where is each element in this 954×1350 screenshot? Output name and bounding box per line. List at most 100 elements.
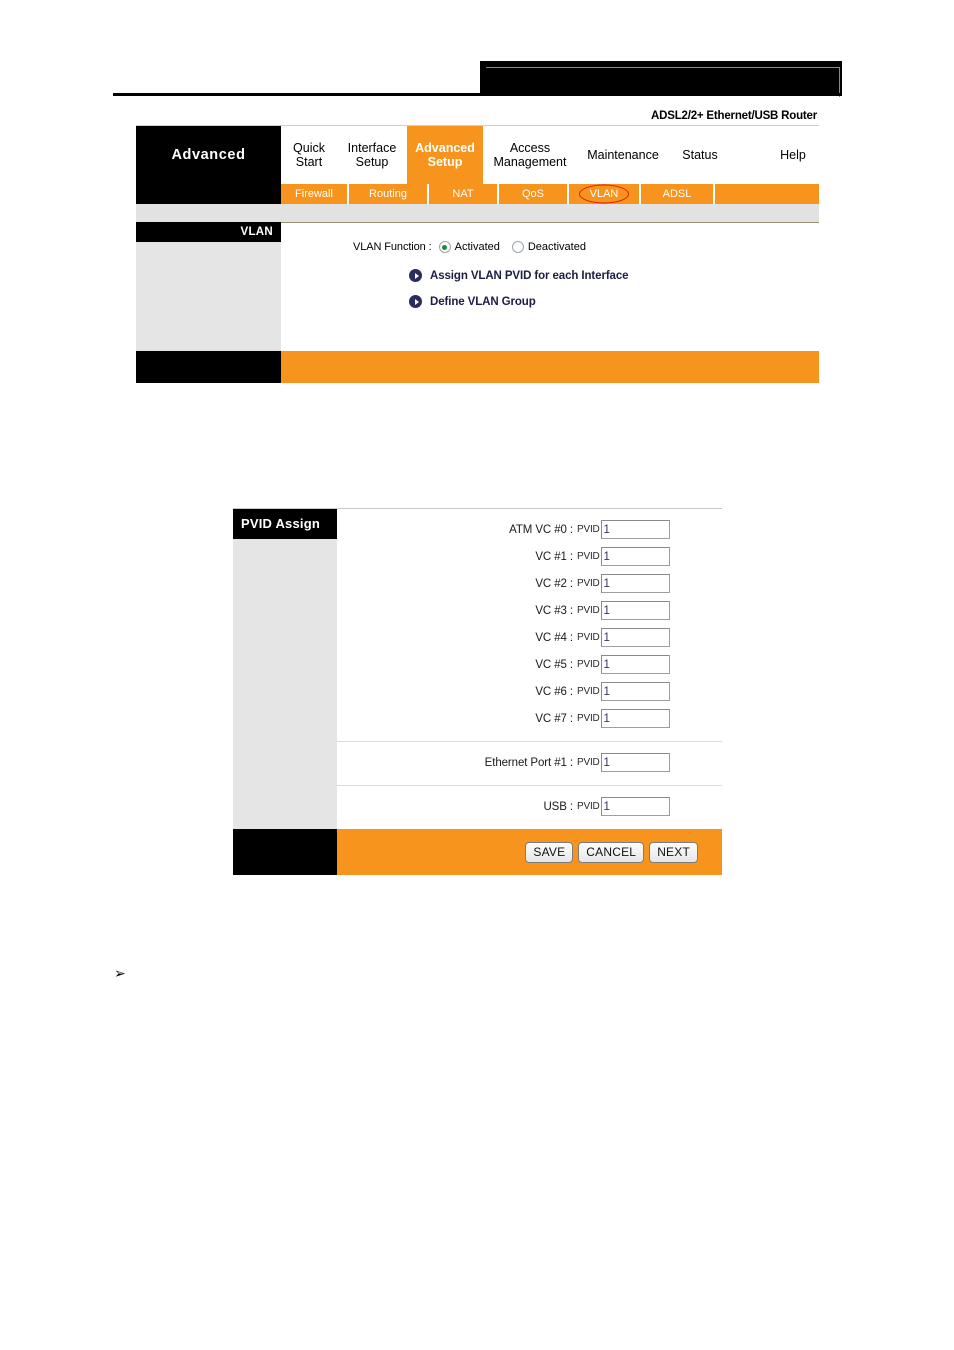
- pvid-row-label: ATM VC #0 :: [509, 523, 573, 536]
- pvid-panel-content: ATM VC #0 : PVID VC #1 : PVID VC #2 : PV…: [337, 509, 722, 829]
- pvid-row-label: VC #6 :: [535, 685, 573, 698]
- vlan-section-title: VLAN: [136, 222, 281, 242]
- pvid-group-ethernet: Ethernet Port #1 : PVID: [337, 741, 722, 785]
- tab-spacer: [731, 126, 767, 184]
- pvid-input-vc-3[interactable]: [600, 601, 670, 620]
- pvid-row: VC #2 : PVID: [337, 570, 722, 597]
- pvid-panel-sidebar: PVID Assign: [233, 509, 337, 829]
- pvid-footer-actions: SAVE CANCEL NEXT: [337, 829, 722, 875]
- tab-status[interactable]: Status: [669, 126, 731, 184]
- vlan-panel-footer: [136, 351, 819, 383]
- sub-tab-items: Firewall Routing NAT QoS VLAN ADSL: [281, 184, 819, 204]
- panel-gray-band: [136, 204, 819, 222]
- tab-access-management[interactable]: Access Management: [483, 126, 577, 184]
- pvid-row: VC #5 : PVID: [337, 651, 722, 678]
- tab-interface-setup[interactable]: Interface Setup: [337, 126, 407, 184]
- arrow-bullet-icon: [409, 295, 422, 308]
- pvid-tag: PVID: [577, 551, 600, 562]
- router-admin-screenshot-vlan: ADSL2/2+ Ethernet/USB Router Advanced Qu…: [136, 108, 819, 383]
- pvid-row-label: VC #7 :: [535, 712, 573, 725]
- pvid-row: VC #7 : PVID: [337, 705, 722, 732]
- sub-tab-vlan-label: VLAN: [589, 188, 619, 200]
- save-button[interactable]: SAVE: [525, 841, 574, 863]
- radio-deactivated-label: Deactivated: [527, 241, 586, 253]
- pvid-row-label: Ethernet Port #1 :: [484, 756, 573, 769]
- cancel-button[interactable]: CANCEL: [578, 841, 645, 863]
- tab-quick-start[interactable]: Quick Start: [281, 126, 337, 184]
- radio-activated-label: Activated: [454, 241, 500, 253]
- pvid-row-label: VC #3 :: [535, 604, 573, 617]
- sub-tab-bar-spacer: [136, 184, 281, 204]
- pvid-row: VC #6 : PVID: [337, 678, 722, 705]
- pvid-tag: PVID: [577, 801, 600, 812]
- vlan-function-row: VLAN Function : Activated Deactivated: [281, 241, 819, 253]
- pvid-tag: PVID: [577, 757, 600, 768]
- vlan-panel: VLAN VLAN Function : Activated Deactivat…: [136, 222, 819, 351]
- router-admin-screenshot-pvid-assign: PVID Assign ATM VC #0 : PVID VC #1 : PVI…: [233, 508, 722, 875]
- pvid-row: ATM VC #0 : PVID: [337, 516, 722, 543]
- pvid-row: VC #1 : PVID: [337, 543, 722, 570]
- pvid-input-vc-6[interactable]: [600, 682, 670, 701]
- radio-activated[interactable]: [438, 241, 451, 253]
- pvid-section-title: PVID Assign: [233, 509, 337, 539]
- pvid-input-vc-5[interactable]: [600, 655, 670, 674]
- bottom-arrow-bullet: ➢: [114, 965, 126, 981]
- pvid-footer-black: [233, 829, 337, 875]
- sub-tab-filler: [715, 184, 819, 204]
- document-header-black-block: [480, 61, 842, 97]
- pvid-tag: PVID: [577, 713, 600, 724]
- link-assign-vlan-pvid[interactable]: Assign VLAN PVID for each Interface: [281, 269, 819, 282]
- link-assign-vlan-pvid-label: Assign VLAN PVID for each Interface: [430, 269, 629, 282]
- pvid-input-ethernet-port-1[interactable]: [600, 753, 670, 772]
- pvid-panel-footer: SAVE CANCEL NEXT: [233, 829, 722, 875]
- pvid-tag: PVID: [577, 524, 600, 535]
- next-button[interactable]: NEXT: [649, 841, 698, 863]
- pvid-input-vc-1[interactable]: [600, 547, 670, 566]
- pvid-input-vc-4[interactable]: [600, 628, 670, 647]
- sub-tab-firewall[interactable]: Firewall: [281, 184, 349, 204]
- arrow-bullet-icon: [409, 269, 422, 282]
- pvid-tag: PVID: [577, 659, 600, 670]
- pvid-group-usb: USB : PVID: [337, 785, 722, 829]
- vlan-panel-sidebar: VLAN: [136, 222, 281, 351]
- pvid-row-label: VC #1 :: [535, 550, 573, 563]
- pvid-tag: PVID: [577, 578, 600, 589]
- pvid-input-atm-vc-0[interactable]: [600, 520, 670, 539]
- pvid-row-label: VC #4 :: [535, 631, 573, 644]
- tab-advanced-setup[interactable]: Advanced Setup: [407, 126, 483, 184]
- pvid-row-label: USB :: [543, 800, 573, 813]
- pvid-row: USB : PVID: [337, 793, 722, 820]
- sub-tab-bar: Firewall Routing NAT QoS VLAN ADSL: [136, 184, 819, 204]
- navigation-strip: Advanced Quick Start Interface Setup Adv…: [136, 126, 819, 184]
- brand-box: Advanced: [136, 126, 281, 184]
- pvid-input-vc-2[interactable]: [600, 574, 670, 593]
- vlan-form: VLAN Function : Activated Deactivated As…: [281, 223, 819, 351]
- link-define-vlan-group-label: Define VLAN Group: [430, 295, 536, 308]
- sub-tab-nat[interactable]: NAT: [429, 184, 499, 204]
- pvid-row: VC #3 : PVID: [337, 597, 722, 624]
- pvid-row: Ethernet Port #1 : PVID: [337, 749, 722, 776]
- vlan-panel-content: VLAN Function : Activated Deactivated As…: [281, 222, 819, 351]
- main-tab-bar: Quick Start Interface Setup Advanced Set…: [281, 126, 819, 184]
- pvid-input-vc-7[interactable]: [600, 709, 670, 728]
- sub-tab-routing[interactable]: Routing: [349, 184, 429, 204]
- tab-help[interactable]: Help: [767, 126, 819, 184]
- sub-tab-vlan[interactable]: VLAN: [569, 184, 641, 204]
- pvid-row-label: VC #5 :: [535, 658, 573, 671]
- model-label: ADSL2/2+ Ethernet/USB Router: [136, 108, 819, 126]
- pvid-tag: PVID: [577, 632, 600, 643]
- sub-tab-adsl[interactable]: ADSL: [641, 184, 715, 204]
- pvid-row-label: VC #2 :: [535, 577, 573, 590]
- pvid-group-atm: ATM VC #0 : PVID VC #1 : PVID VC #2 : PV…: [337, 509, 722, 741]
- sub-tab-qos[interactable]: QoS: [499, 184, 569, 204]
- pvid-input-usb[interactable]: [600, 797, 670, 816]
- link-define-vlan-group[interactable]: Define VLAN Group: [281, 295, 819, 308]
- vlan-footer-orange: [281, 351, 819, 383]
- pvid-row: VC #4 : PVID: [337, 624, 722, 651]
- vlan-footer-black: [136, 351, 281, 383]
- radio-deactivated[interactable]: [511, 241, 524, 253]
- pvid-panel: PVID Assign ATM VC #0 : PVID VC #1 : PVI…: [233, 509, 722, 829]
- pvid-tag: PVID: [577, 605, 600, 616]
- pvid-tag: PVID: [577, 686, 600, 697]
- tab-maintenance[interactable]: Maintenance: [577, 126, 669, 184]
